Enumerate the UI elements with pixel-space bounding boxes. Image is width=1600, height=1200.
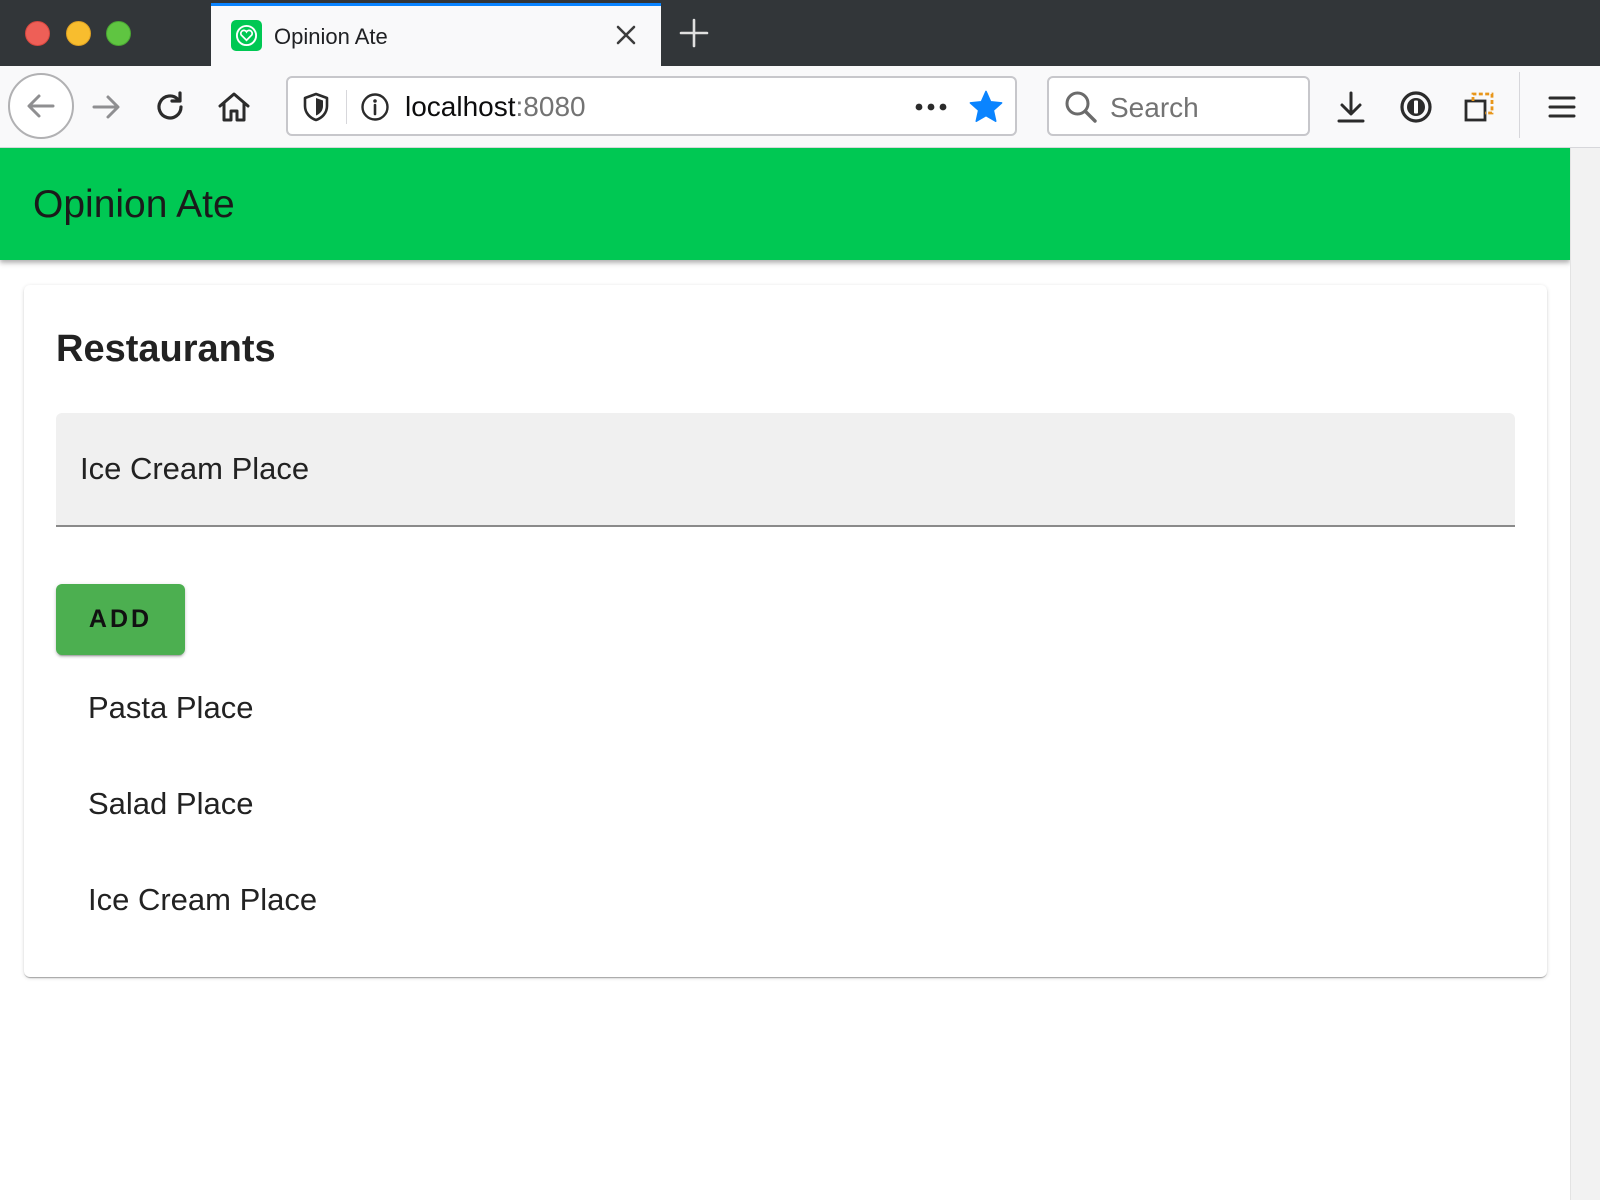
url-separator bbox=[346, 90, 347, 124]
app-title: Opinion Ate bbox=[33, 183, 235, 226]
navigation-toolbar: localhost:8080 Search bbox=[0, 66, 1600, 148]
containers-icon bbox=[1464, 92, 1494, 122]
new-restaurant-field[interactable] bbox=[56, 413, 1515, 527]
add-button[interactable]: ADD bbox=[56, 584, 185, 655]
restaurants-heading: Restaurants bbox=[56, 328, 276, 370]
more-horizontal-icon[interactable] bbox=[914, 92, 948, 127]
home-icon bbox=[218, 92, 250, 122]
arrow-right-icon bbox=[92, 95, 120, 119]
containers-button[interactable] bbox=[1455, 83, 1503, 131]
reload-icon bbox=[157, 91, 183, 120]
shield-icon[interactable] bbox=[302, 92, 330, 127]
lastpass-button[interactable] bbox=[1392, 83, 1440, 131]
new-restaurant-name-input[interactable] bbox=[56, 413, 1515, 525]
download-icon bbox=[1337, 91, 1365, 123]
restaurant-list-item: Ice Cream Place bbox=[88, 882, 318, 917]
hamburger-menu-icon bbox=[1548, 96, 1576, 118]
window-close-button[interactable] bbox=[25, 21, 50, 46]
url-port: :8080 bbox=[515, 91, 586, 122]
window-maximize-button[interactable] bbox=[106, 21, 131, 46]
restaurant-list-item: Pasta Place bbox=[88, 690, 254, 725]
page-scrollbar[interactable] bbox=[1570, 148, 1600, 1200]
url-bar[interactable]: localhost:8080 bbox=[286, 76, 1017, 136]
download-button[interactable] bbox=[1327, 83, 1375, 131]
tab-title: Opinion Ate bbox=[274, 24, 388, 49]
restaurant-list: Pasta Place Salad Place Ice Cream Place bbox=[56, 660, 1515, 948]
toolbar-divider bbox=[1519, 72, 1520, 138]
arrow-left-icon bbox=[27, 94, 55, 118]
forward-button[interactable] bbox=[82, 83, 130, 131]
restaurant-list-item: Salad Place bbox=[88, 786, 254, 821]
restaurants-card: Restaurants ADD Pasta Place Salad Place … bbox=[24, 285, 1547, 977]
reload-button[interactable] bbox=[146, 83, 194, 131]
star-icon[interactable] bbox=[968, 89, 1004, 130]
browser-tab[interactable]: Opinion Ate bbox=[211, 3, 661, 66]
window-minimize-button[interactable] bbox=[66, 21, 91, 46]
app-bar: Opinion Ate bbox=[0, 148, 1570, 260]
lastpass-icon bbox=[1400, 91, 1432, 123]
new-tab-icon[interactable] bbox=[678, 17, 710, 49]
tab-strip: Opinion Ate bbox=[0, 0, 1600, 66]
search-placeholder: Search bbox=[1110, 92, 1199, 123]
info-icon[interactable] bbox=[360, 92, 390, 127]
favicon-icon bbox=[231, 20, 262, 51]
url-host: localhost bbox=[405, 91, 516, 122]
search-icon bbox=[1064, 90, 1098, 129]
home-button[interactable] bbox=[210, 83, 258, 131]
url-text[interactable]: localhost:8080 bbox=[405, 91, 586, 123]
page-viewport: Opinion Ate Restaurants ADD Pasta Place … bbox=[0, 148, 1570, 1200]
browser-search-box[interactable]: Search bbox=[1047, 76, 1310, 136]
menu-button[interactable] bbox=[1538, 83, 1586, 131]
back-button[interactable] bbox=[8, 73, 74, 139]
tab-close-icon[interactable] bbox=[611, 20, 641, 50]
